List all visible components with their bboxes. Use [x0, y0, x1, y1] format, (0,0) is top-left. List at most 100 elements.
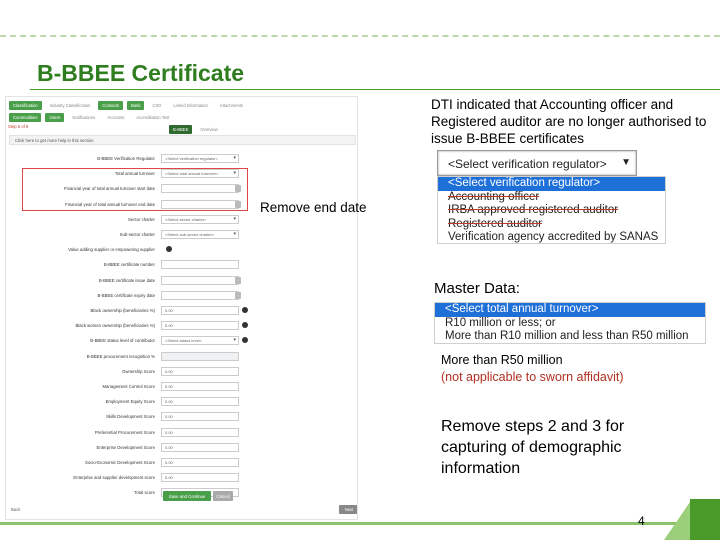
chevron-down-icon: ▼ [621, 157, 631, 168]
field-label: Employment Equity Score [105, 399, 155, 405]
field-select[interactable]: <Select verification regulator> [161, 154, 239, 163]
nav-row-1: Classification Industry Classification C… [6, 100, 357, 111]
cancel-button[interactable]: Cancel [213, 491, 233, 501]
master-data-heading: Master Data: [434, 280, 520, 297]
r50-note: More than R50 million (not applicable to… [441, 352, 624, 386]
tab-contacts[interactable]: Contacts [98, 101, 123, 110]
verification-options-list: <Select verification regulator> Accounti… [437, 176, 666, 244]
verification-select-value: <Select verification regulator> [448, 157, 607, 171]
field-label: Management Control Score [102, 384, 155, 389]
field-label: B-BBEE certificate expiry date [97, 292, 155, 298]
tab-bbbee[interactable]: B-BBEE [169, 125, 193, 134]
field-label: Sub-sector charter [119, 232, 155, 237]
form-row: Value adding supplier or empowering supp… [6, 245, 357, 256]
calendar-icon[interactable] [235, 276, 241, 284]
form-row: Sub-sector charter <Select sub-sector cha… [6, 230, 357, 241]
tab-accreditation-test[interactable]: Accreditation Test [132, 113, 173, 122]
field-input[interactable]: 0.00 [161, 321, 239, 331]
form-row: Skills Development Score 0.00 [6, 412, 357, 423]
field-label: Total score [134, 490, 155, 496]
form-row: Socio-Economic Development Score 0.00 [6, 458, 357, 469]
tab-users[interactable]: Users [45, 113, 65, 122]
field-label: Enterprise Development Score [96, 444, 155, 450]
form-row: Ownership Score 0.00 [6, 366, 357, 378]
turnover-options-list: <Select total annual turnover> R10 milli… [434, 302, 706, 344]
field-input[interactable]: 0.00 [161, 473, 239, 483]
verification-option[interactable]: Accounting officer [438, 191, 665, 205]
form-row: B-BBEE certificate issue date [6, 275, 357, 287]
tab-bank[interactable]: Bank [126, 101, 145, 110]
tab-classification[interactable]: Classification [9, 101, 42, 110]
verification-option[interactable]: IRBA approved registered auditor [438, 204, 665, 218]
field-label: B-BBEE certificate number [103, 262, 155, 268]
verification-option[interactable]: Verification agency accredited by SANAS [438, 231, 665, 243]
tab-industry-classification[interactable]: Industry Classification [46, 101, 95, 110]
form-row: Preferential Procurement Score 0.00 [6, 427, 357, 439]
field-label: Preferential Procurement Score [94, 429, 155, 435]
field-label: B-BBEE certificate issue date [98, 277, 155, 283]
calendar-icon[interactable] [235, 291, 241, 299]
step-indicator: Step 5 of 9 [8, 124, 29, 129]
tab-attachments[interactable]: Attachments [216, 101, 247, 110]
help-hint-bar[interactable]: Click here to get more help in this sect… [9, 135, 356, 145]
footer-rule [0, 522, 720, 525]
tab-overview[interactable]: Overview [196, 125, 221, 134]
form-row: Black women ownership (beneficiaries %) 0… [6, 321, 357, 332]
field-input[interactable]: 0.00 [161, 382, 239, 391]
form-row: Management Control Score 0.00 [6, 382, 357, 393]
form-row: Sector charter <Select sector charter> [6, 214, 357, 226]
checkbox-icon[interactable] [166, 246, 172, 253]
nav-row-2: Commodities Users Notifications Accounts… [6, 112, 357, 123]
field-label: Ownership Score [122, 368, 155, 374]
field-input[interactable]: 0.00 [161, 427, 239, 437]
verification-option[interactable]: Registered auditor [438, 218, 665, 232]
field-label: Black women ownership (beneficiaries %) [75, 323, 155, 329]
footer-decoration [690, 499, 720, 540]
r50-line: More than R50 million [441, 353, 563, 367]
field-input[interactable]: 0.00 [161, 458, 239, 467]
field-input[interactable] [161, 290, 239, 300]
field-select[interactable]: <Select sector charter> [161, 214, 239, 224]
turnover-option[interactable]: More than R10 million and less than R50 … [435, 330, 705, 343]
verification-option[interactable]: <Select verification regulator> [438, 177, 665, 191]
field-label: Black ownership (beneficiaries %) [90, 308, 155, 313]
info-icon[interactable] [242, 337, 248, 344]
field-input[interactable] [161, 275, 239, 285]
form-screenshot: Classification Industry Classification C… [5, 96, 358, 520]
dti-note: DTI indicated that Accounting officer an… [431, 97, 707, 146]
field-input[interactable]: 0.00 [161, 397, 239, 407]
field-select[interactable]: <Select sub-sector charter> [161, 230, 239, 239]
turnover-option[interactable]: R10 million or less; or [435, 317, 705, 331]
field-input[interactable]: 0.00 [161, 366, 239, 376]
field-label: Sector charter [128, 216, 155, 222]
title-underline [30, 89, 720, 90]
tab-csd[interactable]: CSD [148, 101, 165, 110]
field-input[interactable]: 0.00 [161, 306, 239, 315]
remove-end-date-note: Remove end date [260, 200, 367, 215]
form-row: B-BBEE certificate expiry date [6, 290, 357, 302]
tab-commodities[interactable]: Commodities [9, 113, 42, 122]
tab-linked-information[interactable]: Linked Information [169, 101, 211, 110]
field-input[interactable] [161, 260, 239, 270]
info-icon[interactable] [242, 307, 248, 313]
field-label: B-BBEE Verification Regulator [97, 156, 155, 161]
turnover-option[interactable]: <Select total annual turnover> [435, 303, 705, 317]
verification-regulator-select[interactable]: <Select verification regulator> ▼ [437, 150, 637, 176]
form-row: Enterprise and supplier development scor… [6, 473, 357, 484]
info-icon[interactable] [242, 322, 248, 329]
back-button[interactable]: Back [11, 507, 20, 512]
highlight-box [22, 168, 248, 211]
field-input[interactable] [161, 351, 239, 361]
field-label: B-BBEE status level of contributor [90, 338, 155, 344]
form-row: B-BBEE status level of contributor <Selec… [6, 336, 357, 347]
form-row: Employment Equity Score 0.00 [6, 397, 357, 408]
tab-notifications[interactable]: Notifications [68, 113, 99, 122]
tab-accounts[interactable]: Accounts [103, 113, 128, 122]
field-input[interactable]: 0.00 [161, 412, 239, 422]
save-continue-button[interactable]: Save and Continue [163, 491, 211, 501]
field-select[interactable]: <Select status level> [161, 336, 239, 346]
field-input[interactable]: 0.00 [161, 442, 239, 452]
r50-sublabel: (not applicable to sworn affidavit) [441, 370, 624, 384]
next-button[interactable]: Next [339, 505, 357, 514]
nav-row-3: B-BBEE Overview [166, 124, 357, 135]
